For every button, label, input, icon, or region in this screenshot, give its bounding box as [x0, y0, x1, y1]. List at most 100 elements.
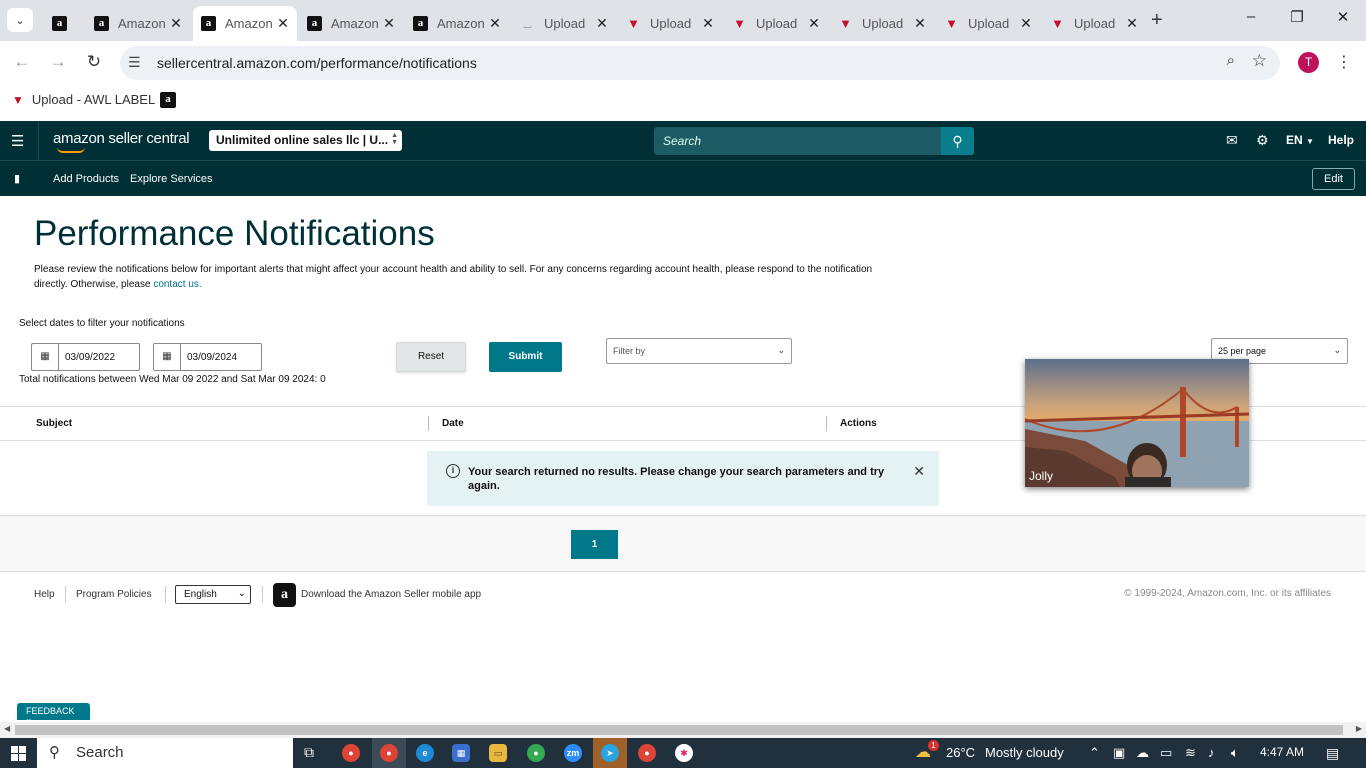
footer-program-policies-link[interactable]: Program Policies: [76, 589, 152, 600]
browser-tab-2[interactable]: a Amazon ✕: [86, 6, 190, 41]
zoom-icon[interactable]: zm: [564, 744, 582, 762]
weather-condition[interactable]: Mostly cloudy: [985, 745, 1064, 760]
submit-button[interactable]: Submit: [489, 342, 562, 372]
clock-time[interactable]: 4:47 AM: [1260, 745, 1304, 759]
omnibox[interactable]: ☰ sellercentral.amazon.com/performance/n…: [120, 46, 1280, 80]
browser-tab-7[interactable]: ▼ Upload ✕: [618, 6, 722, 41]
speaker-icon[interactable]: 🔈︎: [1231, 745, 1239, 761]
task-view-icon[interactable]: ⧉: [304, 744, 314, 761]
chevron-up-icon[interactable]: ⌃: [1089, 745, 1100, 761]
scroll-left-icon[interactable]: ◀: [4, 724, 10, 733]
browser-tab-6[interactable]: ‿ Upload ✕: [512, 6, 616, 41]
tab-close-icon[interactable]: ✕: [487, 15, 503, 32]
mail-icon[interactable]: ✉: [1226, 132, 1238, 149]
footer-help-link[interactable]: Help: [34, 589, 55, 600]
chrome-icon[interactable]: ●: [638, 744, 656, 762]
new-tab-button[interactable]: +: [1151, 9, 1163, 32]
profile-avatar[interactable]: T: [1298, 52, 1319, 73]
tab-close-icon[interactable]: ✕: [912, 15, 928, 32]
chrome-icon[interactable]: ●: [380, 744, 398, 762]
account-switcher[interactable]: Unlimited online sales llc | U... ▲ ▼: [209, 130, 402, 151]
site-info-icon[interactable]: ☰: [128, 54, 141, 71]
tab-close-icon[interactable]: ✕: [1124, 15, 1140, 32]
forward-button[interactable]: →: [48, 52, 68, 72]
end-date-field[interactable]: ▦ 03/09/2024: [153, 343, 262, 371]
amazon-seller-app-icon[interactable]: a: [273, 583, 296, 607]
temperature[interactable]: 26°C: [946, 745, 975, 760]
telegram-icon[interactable]: ➤: [601, 744, 619, 762]
search-input[interactable]: Search: [663, 134, 701, 148]
url-text[interactable]: sellercentral.amazon.com/performance/not…: [157, 55, 477, 71]
tab-close-icon[interactable]: ✕: [275, 15, 291, 32]
video-call-tile[interactable]: Jolly: [1025, 359, 1249, 487]
slack-icon[interactable]: ✱: [675, 744, 693, 762]
tab-close-icon[interactable]: ✕: [168, 15, 184, 32]
notification-center-icon[interactable]: ▤: [1326, 745, 1339, 762]
chrome-icon[interactable]: ●: [342, 744, 360, 762]
bookmark-amazon-icon[interactable]: a: [160, 92, 176, 108]
feedback-tab[interactable]: FEEDBACK ×: [17, 703, 90, 726]
scrollbar-thumb[interactable]: [15, 725, 1343, 735]
horizontal-scrollbar[interactable]: ◀ ▶: [0, 722, 1366, 738]
gear-icon[interactable]: ⚙: [1256, 132, 1269, 149]
column-subject[interactable]: Subject: [36, 418, 72, 429]
camera-icon[interactable]: ▣: [1113, 745, 1125, 761]
wifi-icon[interactable]: ≋: [1185, 745, 1196, 761]
start-date-field[interactable]: ▦ 03/09/2022: [31, 343, 140, 371]
language-selector[interactable]: EN ▼: [1286, 133, 1314, 147]
nav-explore-services[interactable]: Explore Services: [130, 173, 213, 185]
browser-tab-8[interactable]: ▼ Upload ✕: [724, 6, 828, 41]
browser-tab-10[interactable]: ▼ Upload ✕: [936, 6, 1040, 41]
store-icon[interactable]: ▦: [452, 744, 470, 762]
nav-add-products[interactable]: Add Products: [53, 173, 119, 185]
tab-close-icon[interactable]: ✕: [594, 15, 610, 32]
column-date[interactable]: Date: [442, 418, 464, 429]
header-search[interactable]: Search ⚲: [654, 127, 974, 155]
calendar-icon[interactable]: ▦: [32, 344, 59, 370]
zoom-icon[interactable]: ⌕: [1227, 52, 1235, 69]
reload-button[interactable]: ↻: [84, 52, 104, 72]
end-date-value[interactable]: 03/09/2024: [187, 352, 237, 363]
tab-close-icon[interactable]: ✕: [806, 15, 822, 32]
hamburger-menu-icon[interactable]: ☰: [11, 132, 24, 150]
onedrive-icon[interactable]: ☁: [1136, 745, 1149, 761]
calendar-icon[interactable]: ▦: [154, 344, 181, 370]
bookmark-upload-awl[interactable]: ▼ Upload - AWL LABEL: [12, 92, 155, 107]
back-button[interactable]: ←: [12, 52, 32, 72]
bookmark-star-icon[interactable]: ☆: [1252, 51, 1267, 71]
reset-button[interactable]: Reset: [396, 342, 466, 372]
filter-by-select[interactable]: Filter by ⌄: [606, 338, 792, 364]
edge-icon[interactable]: e: [416, 744, 434, 762]
search-button[interactable]: ⚲: [941, 127, 974, 155]
browser-tab-11[interactable]: ▼ Upload ✕: [1042, 6, 1146, 41]
tab-close-icon[interactable]: ✕: [1018, 15, 1034, 32]
browser-tab-1[interactable]: a: [44, 6, 82, 41]
edit-nav-button[interactable]: Edit: [1312, 168, 1355, 190]
battery-icon[interactable]: ▭: [1160, 745, 1172, 761]
download-app-link[interactable]: Download the Amazon Seller mobile app: [301, 589, 481, 600]
taskbar-search[interactable]: ⚲ Search: [37, 738, 293, 768]
browser-tab-4[interactable]: a Amazon ✕: [299, 6, 403, 41]
close-window-button[interactable]: ✕: [1333, 8, 1353, 26]
tab-search-dropdown-button[interactable]: ⌄: [7, 8, 33, 32]
page-button-1[interactable]: 1: [571, 530, 618, 559]
close-icon[interactable]: ✕: [913, 463, 925, 480]
browser-tab-5[interactable]: a Amazon ✕: [405, 6, 509, 41]
windows-start-icon[interactable]: [11, 746, 26, 761]
browser-tab-active[interactable]: a Amazon ✕: [193, 6, 297, 41]
seller-central-logo[interactable]: amazon seller central: [53, 130, 190, 153]
help-link[interactable]: Help: [1328, 133, 1354, 147]
file-explorer-icon[interactable]: ▭: [489, 744, 507, 762]
microphone-icon[interactable]: ♪: [1208, 745, 1215, 760]
chrome-icon[interactable]: ●: [527, 744, 545, 762]
contact-us-link[interactable]: contact us.: [153, 279, 201, 290]
tab-close-icon[interactable]: ✕: [700, 15, 716, 32]
minimize-button[interactable]: –: [1241, 8, 1261, 25]
scroll-right-icon[interactable]: ▶: [1356, 724, 1362, 733]
tab-close-icon[interactable]: ✕: [381, 15, 397, 32]
bookmark-icon[interactable]: ▮: [14, 172, 20, 185]
footer-language-select[interactable]: English ⌄: [175, 585, 251, 604]
browser-tab-9[interactable]: ▼ Upload ✕: [830, 6, 934, 41]
start-date-value[interactable]: 03/09/2022: [65, 352, 115, 363]
restore-button[interactable]: ❐: [1287, 8, 1307, 26]
